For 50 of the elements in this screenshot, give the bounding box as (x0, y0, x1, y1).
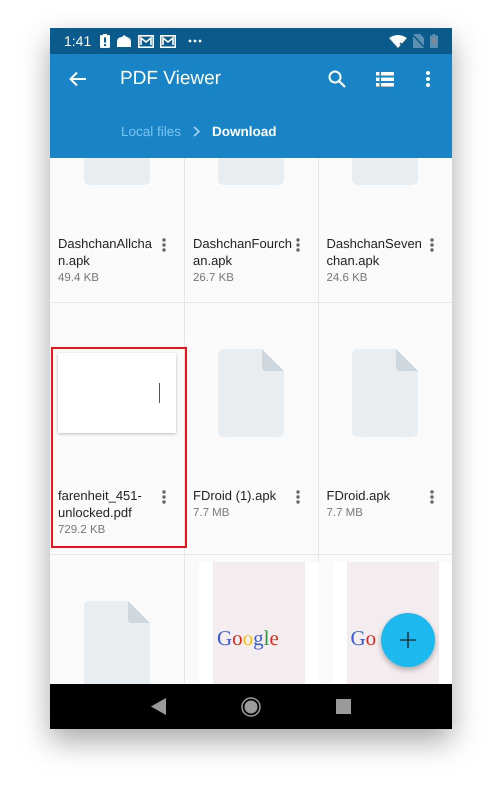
wifi-off-icon (389, 34, 407, 48)
file-tile[interactable]: farenheit_451-unlocked.pdf 729.2 KB (50, 303, 185, 555)
document-logo-text: Go (350, 626, 376, 651)
home-icon[interactable] (241, 696, 262, 716)
file-size: 26.7 KB (193, 272, 235, 284)
battery-alert-icon (100, 34, 110, 48)
search-icon[interactable] (328, 70, 346, 88)
more-options-icon[interactable] (162, 490, 166, 504)
file-tile[interactable]: DashchanFourchan.apk 26.7 KB (185, 158, 318, 303)
file-tile[interactable]: FDroid.apk 7.7 MB (318, 303, 452, 555)
file-tile[interactable]: DashchanSevenchan.apk 24.6 KB (318, 158, 452, 303)
file-icon (352, 349, 418, 437)
chevron-right-icon (193, 126, 200, 136)
app-title: PDF Viewer (120, 68, 222, 90)
back-icon[interactable] (151, 698, 168, 715)
more-options-icon[interactable] (296, 238, 300, 252)
more-options-icon[interactable] (162, 238, 166, 252)
more-notifications-icon (188, 39, 202, 43)
file-tile[interactable]: Google (185, 555, 318, 684)
breadcrumb[interactable]: Download (212, 124, 277, 138)
file-size: 7.7 MB (193, 507, 230, 519)
file-name: farenheit_451-unlocked.pdf (58, 487, 143, 521)
file-tile[interactable]: FDroid (1).apk 7.7 MB (185, 303, 318, 555)
file-size: 729.2 KB (58, 524, 106, 536)
more-options-icon[interactable] (430, 490, 434, 504)
list-view-icon[interactable] (376, 72, 394, 86)
file-icon (84, 601, 150, 684)
file-size: 49.4 KB (58, 272, 100, 284)
status-time: 1:41 (64, 33, 92, 49)
more-options-icon[interactable] (426, 71, 430, 87)
mail-icon (160, 34, 176, 48)
more-options-icon[interactable] (296, 490, 300, 504)
file-name: DashchanFourchan.apk (193, 235, 293, 269)
no-sim-icon (413, 34, 424, 48)
file-size: 24.6 KB (326, 272, 368, 284)
file-name: DashchanAllchan.apk (58, 235, 153, 269)
file-name: FDroid.apk (326, 487, 392, 504)
more-options-icon[interactable] (430, 238, 434, 252)
cloud-icon (116, 35, 132, 47)
file-icon (218, 349, 284, 437)
file-name: FDroid (1).apk (193, 487, 278, 504)
recents-icon[interactable] (336, 699, 351, 714)
mail-icon (138, 34, 154, 48)
file-size: 7.7 MB (326, 507, 364, 519)
back-arrow-icon[interactable] (69, 71, 87, 87)
document-logo-text: Google (217, 626, 279, 651)
file-name: DashchanSevenchan.apk (326, 235, 423, 269)
file-tile[interactable]: DashchanAllchan.apk 49.4 KB (50, 158, 185, 303)
battery-icon (430, 34, 438, 48)
plus-icon (400, 632, 416, 648)
